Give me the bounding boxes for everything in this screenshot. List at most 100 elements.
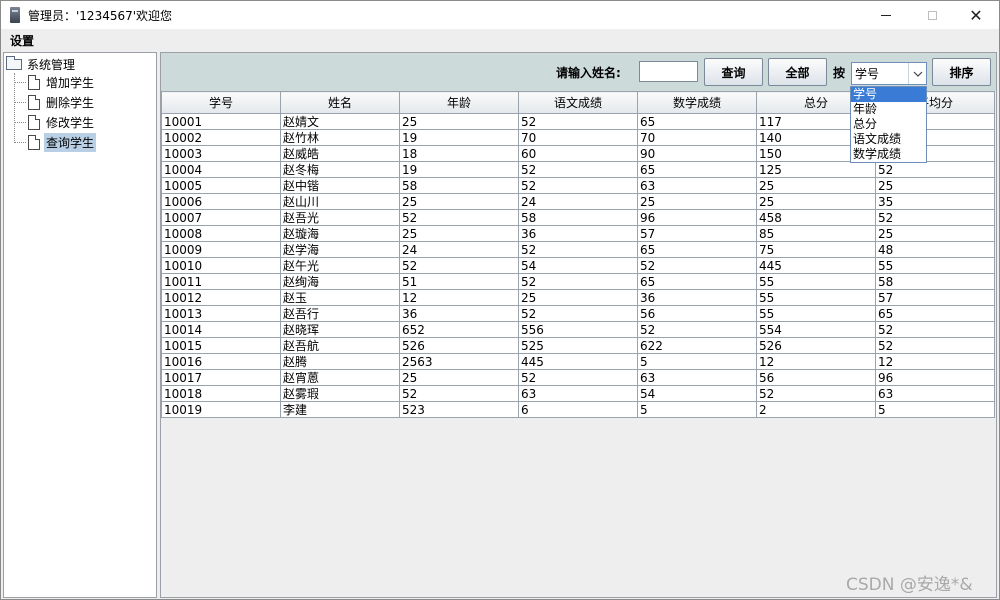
table-cell[interactable]: 57 <box>875 289 995 306</box>
maximize-button[interactable] <box>909 1 955 29</box>
table-cell[interactable]: 李建 <box>280 401 400 418</box>
table-cell[interactable]: 526 <box>756 337 876 354</box>
table-row[interactable]: 10010 赵午光 52 54 52 445 55 <box>161 257 995 274</box>
table-cell[interactable]: 25 <box>875 177 995 194</box>
table-cell[interactable]: 36 <box>637 289 757 306</box>
tree-item-query-student[interactable]: 查询学生 <box>14 132 97 152</box>
table-cell[interactable]: 赵冬梅 <box>280 161 400 178</box>
table-cell[interactable]: 25 <box>756 177 876 194</box>
table-cell[interactable]: 赵婧文 <box>280 113 400 130</box>
table-cell[interactable]: 10015 <box>161 337 281 354</box>
table-row[interactable]: 10016 赵腾 2563 445 5 12 12 <box>161 353 995 370</box>
table-cell[interactable]: 10005 <box>161 177 281 194</box>
table-cell[interactable]: 65 <box>637 273 757 290</box>
table-cell[interactable]: 54 <box>518 257 638 274</box>
table-cell[interactable]: 10004 <box>161 161 281 178</box>
table-cell[interactable]: 赵宵蒽 <box>280 369 400 386</box>
table-cell[interactable]: 52 <box>399 209 519 226</box>
table-cell[interactable]: 赵璇海 <box>280 225 400 242</box>
table-row[interactable]: 10017 赵宵蒽 25 52 63 56 96 <box>161 369 995 386</box>
table-cell[interactable]: 652 <box>399 321 519 338</box>
table-cell[interactable]: 10019 <box>161 401 281 418</box>
table-cell[interactable]: 63 <box>875 385 995 402</box>
table-cell[interactable]: 63 <box>637 369 757 386</box>
table-cell[interactable]: 96 <box>637 209 757 226</box>
tree-root[interactable]: 系统管理 <box>6 55 77 73</box>
table-cell[interactable]: 25 <box>875 225 995 242</box>
table-cell[interactable]: 10002 <box>161 129 281 146</box>
table-cell[interactable]: 52 <box>875 209 995 226</box>
table-cell[interactable]: 10011 <box>161 273 281 290</box>
column-header[interactable]: 姓名 <box>280 91 400 114</box>
table-cell[interactable]: 10018 <box>161 385 281 402</box>
table-row[interactable]: 10009 赵学海 24 52 65 75 48 <box>161 241 995 258</box>
table-cell[interactable]: 52 <box>756 385 876 402</box>
table-cell[interactable]: 60 <box>518 145 638 162</box>
table-cell[interactable]: 25 <box>399 113 519 130</box>
sort-option[interactable]: 学号 <box>851 87 926 102</box>
minimize-button[interactable] <box>863 1 909 29</box>
table-cell[interactable]: 25 <box>637 193 757 210</box>
table-cell[interactable]: 458 <box>756 209 876 226</box>
table-cell[interactable]: 19 <box>399 129 519 146</box>
sort-option[interactable]: 语文成绩 <box>851 132 926 147</box>
column-header[interactable]: 年龄 <box>399 91 519 114</box>
table-cell[interactable]: 63 <box>637 177 757 194</box>
sort-option[interactable]: 总分 <box>851 117 926 132</box>
table-cell[interactable]: 65 <box>637 113 757 130</box>
table-cell[interactable]: 赵玉 <box>280 289 400 306</box>
table-cell[interactable]: 10006 <box>161 193 281 210</box>
table-cell[interactable]: 554 <box>756 321 876 338</box>
table-row[interactable]: 10013 赵吾行 36 52 56 55 65 <box>161 305 995 322</box>
table-cell[interactable]: 52 <box>875 337 995 354</box>
table-cell[interactable]: 24 <box>518 193 638 210</box>
table-cell[interactable]: 赵腾 <box>280 353 400 370</box>
table-cell[interactable]: 52 <box>518 305 638 322</box>
table-cell[interactable]: 523 <box>399 401 519 418</box>
table-cell[interactable]: 赵学海 <box>280 241 400 258</box>
table-cell[interactable]: 525 <box>518 337 638 354</box>
sort-field-select[interactable]: 学号 <box>851 62 927 85</box>
menu-settings[interactable]: 设置 <box>10 32 34 49</box>
table-cell[interactable]: 52 <box>637 321 757 338</box>
table-row[interactable]: 10004 赵冬梅 19 52 65 125 52 <box>161 161 995 178</box>
table-cell[interactable]: 10001 <box>161 113 281 130</box>
table-cell[interactable]: 赵晓珲 <box>280 321 400 338</box>
table-cell[interactable]: 85 <box>756 225 876 242</box>
table-cell[interactable]: 25 <box>518 289 638 306</box>
close-button[interactable]: ✕ <box>953 1 999 29</box>
table-cell[interactable]: 赵中锴 <box>280 177 400 194</box>
table-cell[interactable]: 12 <box>399 289 519 306</box>
table-cell[interactable]: 56 <box>637 305 757 322</box>
table-cell[interactable]: 25 <box>399 193 519 210</box>
tree-item-modify-student[interactable]: 修改学生 <box>14 113 96 131</box>
table-cell[interactable]: 55 <box>756 289 876 306</box>
table-cell[interactable]: 10014 <box>161 321 281 338</box>
table-cell[interactable]: 55 <box>756 305 876 322</box>
table-cell[interactable]: 赵威皓 <box>280 145 400 162</box>
table-cell[interactable]: 36 <box>518 225 638 242</box>
table-cell[interactable]: 19 <box>399 161 519 178</box>
table-cell[interactable]: 63 <box>518 385 638 402</box>
table-cell[interactable]: 10016 <box>161 353 281 370</box>
table-cell[interactable]: 58 <box>518 209 638 226</box>
table-cell[interactable]: 75 <box>756 241 876 258</box>
table-cell[interactable]: 52 <box>875 161 995 178</box>
table-cell[interactable]: 25 <box>399 369 519 386</box>
table-row[interactable]: 10018 赵雾瑕 52 63 54 52 63 <box>161 385 995 402</box>
column-header[interactable]: 语文成绩 <box>518 91 638 114</box>
table-cell[interactable]: 12 <box>875 353 995 370</box>
table-row[interactable]: 10014 赵晓珲 652 556 52 554 52 <box>161 321 995 338</box>
table-cell[interactable]: 10013 <box>161 305 281 322</box>
table-cell[interactable]: 5 <box>637 401 757 418</box>
table-cell[interactable]: 35 <box>875 193 995 210</box>
table-row[interactable]: 10012 赵玉 12 25 36 55 57 <box>161 289 995 306</box>
table-cell[interactable]: 55 <box>756 273 876 290</box>
table-cell[interactable]: 24 <box>399 241 519 258</box>
table-cell[interactable]: 58 <box>399 177 519 194</box>
table-cell[interactable]: 赵山川 <box>280 193 400 210</box>
table-cell[interactable]: 52 <box>518 369 638 386</box>
table-cell[interactable]: 445 <box>756 257 876 274</box>
table-cell[interactable]: 6 <box>518 401 638 418</box>
table-cell[interactable]: 48 <box>875 241 995 258</box>
